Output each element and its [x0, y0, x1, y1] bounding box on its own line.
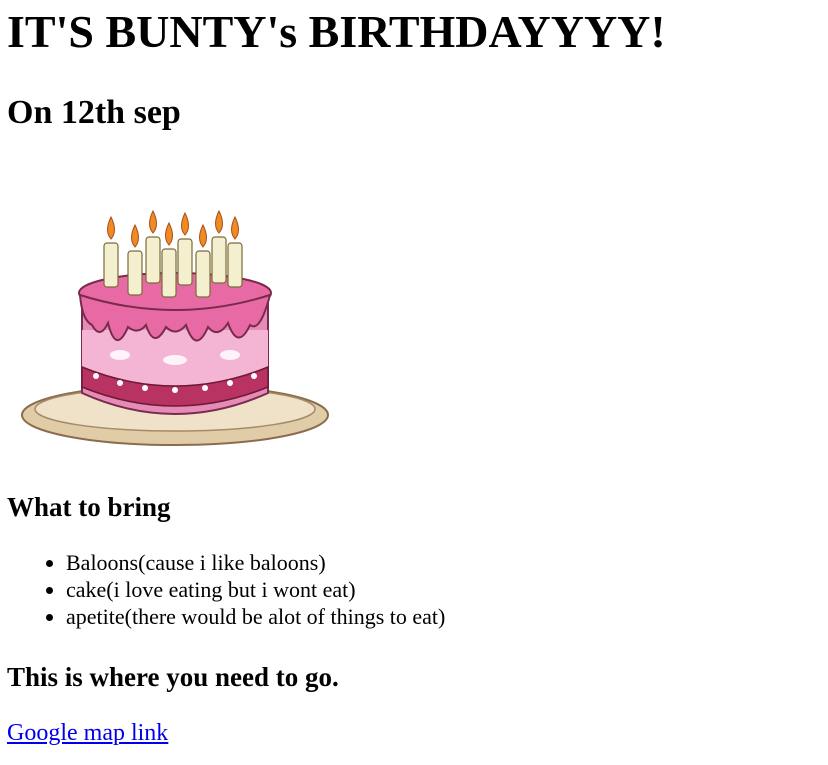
page-title: IT'S BUNTY's BIRTHDAYYYY!	[7, 6, 666, 57]
list-item: apetite(there would be alot of things to…	[66, 603, 445, 630]
list-item: cake(i love eating but i wont eat)	[66, 576, 445, 603]
google-map-link[interactable]: Google map link	[7, 718, 168, 748]
birthday-cake-icon	[21, 209, 329, 446]
what-to-bring-heading: What to bring	[7, 492, 171, 522]
bring-list: Baloons(cause i like baloons) cake(i lov…	[0, 549, 445, 630]
location-heading: This is where you need to go.	[7, 662, 339, 692]
page-subtitle: On 12th sep	[7, 94, 181, 131]
birthday-cake-image	[0, 155, 350, 455]
list-item: Baloons(cause i like baloons)	[66, 549, 445, 576]
